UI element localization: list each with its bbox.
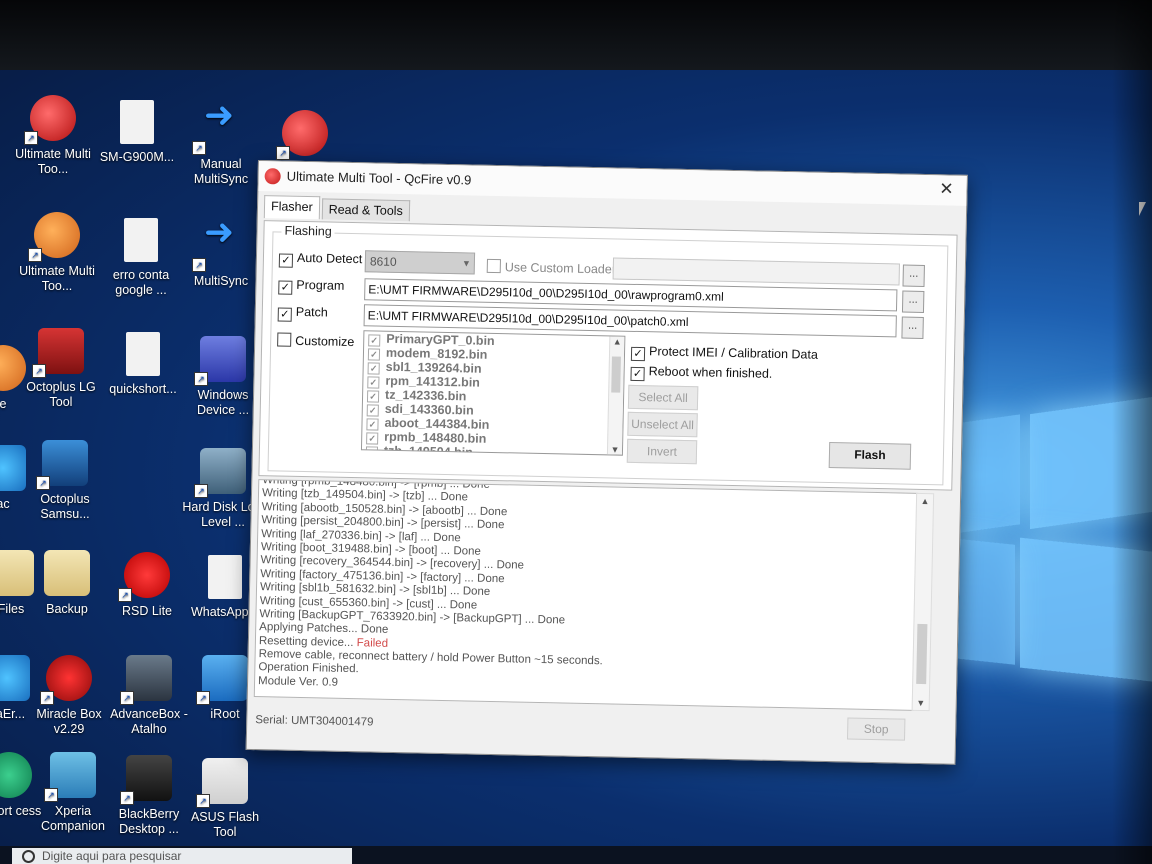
qcfire-app-icon (264, 168, 281, 185)
chevron-down-icon[interactable]: ▼ (608, 444, 622, 454)
serial-status: Serial: UMT304001479 (255, 714, 374, 729)
customize-checkbox[interactable]: Customize (277, 332, 354, 349)
invert-button[interactable]: Invert (626, 438, 698, 465)
partition-file-list[interactable]: ✓ PrimaryGPT_0.bin ✓ modem_8192.bin ✓ sbl1_… (360, 330, 626, 456)
octoplus-icon: ↗ (36, 440, 88, 490)
auto-detect-checkbox[interactable]: ✓ Auto Detect (278, 250, 362, 269)
desktop-icon-partial-left[interactable]: e (0, 345, 46, 412)
program-checkbox[interactable]: ✓ Program (278, 277, 344, 295)
anchor-icon: ↗ (196, 655, 248, 705)
use-custom-loader-checkbox[interactable]: Use Custom Loader (486, 258, 616, 277)
flasher-panel: Flashing ✓ Auto Detect 8610 ▼ Use Custom … (258, 220, 958, 491)
desktop-icon-quickshort[interactable]: quickshort... (100, 332, 186, 397)
ultimate-multi-tool-icon: ↗ (24, 95, 76, 145)
chevron-down-icon[interactable]: ▼ (913, 698, 929, 708)
select-all-button[interactable]: Select All (627, 384, 699, 411)
desktop-icon-manual-multisync[interactable]: ↗ Manual MultiSync (178, 105, 264, 187)
desktop-icon-partial-left-2[interactable]: ac (0, 445, 46, 512)
desktop-icon-miracle-box[interactable]: ↗ Miracle Box v2.29 (26, 655, 112, 737)
support-icon (0, 752, 32, 798)
advancebox-icon: ↗ (120, 655, 172, 705)
browse-program-button[interactable]: ... (901, 290, 925, 313)
chevron-up-icon[interactable]: ▲ (917, 496, 933, 506)
desktop-icon-backup[interactable]: Backup (24, 550, 110, 617)
app-icon (0, 345, 26, 391)
unselect-all-button[interactable]: Unselect All (627, 411, 698, 438)
chip-select[interactable]: 8610 ▼ (364, 250, 476, 275)
checkbox-unchecked-icon (486, 258, 501, 274)
document-icon (124, 218, 158, 262)
folder-icon (44, 550, 90, 596)
document-icon (208, 555, 242, 599)
scrollbar-thumb[interactable] (611, 356, 621, 393)
document-icon (120, 100, 154, 144)
sync-arrow-icon: ↗ (192, 222, 244, 272)
close-icon[interactable]: ✕ (934, 178, 958, 200)
checkbox-checked-icon: ✓ (630, 366, 645, 382)
tab-read-tools[interactable]: Read & Tools (321, 198, 411, 222)
miracle-box-icon: ↗ (40, 655, 92, 705)
flashing-group: Flashing ✓ Auto Detect 8610 ▼ Use Custom … (267, 223, 949, 486)
taskbar-search-box[interactable]: Digite aqui para pesquisar (12, 848, 352, 864)
stop-button[interactable]: Stop (846, 717, 906, 741)
checkbox-checked-icon: ✓ (365, 446, 379, 456)
asus-flash-tool-icon: ↗ (196, 758, 248, 808)
app-icon (0, 445, 26, 491)
ultimate-multi-tool-window: Ultimate Multi Tool - QcFire v0.9 ✕ Flas… (245, 160, 968, 765)
flash-button[interactable]: Flash (828, 442, 912, 470)
custom-loader-path-field[interactable] (612, 257, 900, 286)
desktop-icon-advancebox[interactable]: ↗ AdvanceBox - Atalho (106, 655, 192, 737)
log-scrollbar[interactable]: ▲ ▼ (911, 492, 935, 712)
desktop-icon-ultimate-multi-tool-2[interactable]: ↗ Ultimate Multi Too... (14, 212, 100, 294)
chevron-up-icon[interactable]: ▲ (610, 336, 624, 346)
scrollbar-thumb[interactable] (916, 623, 928, 685)
windows-device-icon: ↗ (194, 336, 246, 386)
lg-tool-icon: ↗ (276, 110, 328, 160)
file-list-scrollbar[interactable]: ▲ ▼ (606, 336, 625, 455)
xperia-companion-icon: ↗ (44, 752, 96, 802)
monitor-edge-shadow (1112, 0, 1152, 864)
blackberry-icon: ↗ (120, 755, 172, 805)
checkbox-unchecked-icon (277, 332, 292, 347)
tab-flasher[interactable]: Flasher (263, 195, 320, 220)
desktop-icon-asus-flash-tool[interactable]: ↗ ASUS Flash Tool (182, 758, 268, 840)
sync-arrow-icon: ↗ (192, 105, 244, 155)
desktop-icon-lg-tool[interactable]: ↗ (262, 110, 348, 162)
checkbox-checked-icon: ✓ (278, 280, 293, 295)
desktop-icon-rsd-lite[interactable]: ↗ RSD Lite (104, 552, 190, 619)
browse-loader-button[interactable]: ... (902, 264, 925, 287)
desktop-icon-erro-conta-google[interactable]: erro conta google ... (98, 218, 184, 298)
monitor-bezel (0, 0, 1152, 70)
patch-checkbox[interactable]: ✓ Patch (277, 304, 328, 322)
search-icon (22, 850, 35, 863)
motorola-icon: ↗ (118, 552, 170, 602)
browse-patch-button[interactable]: ... (901, 316, 924, 339)
protect-imei-checkbox[interactable]: ✓ Protect IMEI / Calibration Data (630, 344, 818, 365)
checkbox-checked-icon: ✓ (630, 346, 646, 362)
ultimate-multi-tool-icon: ↗ (28, 212, 80, 262)
hard-disk-icon: ↗ (194, 448, 246, 498)
reboot-when-finished-checkbox[interactable]: ✓ Reboot when finished. (630, 364, 772, 384)
flashing-group-label: Flashing (281, 223, 335, 239)
checkbox-checked-icon: ✓ (278, 253, 294, 268)
desktop-icon-blackberry-desktop[interactable]: ↗ BlackBerry Desktop ... (106, 755, 192, 837)
desktop-icon-sm-g900m[interactable]: SM-G900M... (94, 100, 180, 165)
failed-status: Failed (356, 636, 389, 650)
chevron-down-icon: ▼ (461, 258, 471, 269)
desktop-icon-xperia-companion[interactable]: ↗ Xperia Companion (30, 752, 116, 834)
desktop-icon-multisync[interactable]: ↗ MultiSync (178, 222, 264, 289)
checkbox-checked-icon: ✓ (277, 307, 292, 322)
log-output: Writing [rpmb_148480.bin] -> [rpmb] ... … (253, 479, 919, 711)
desktop-icon-ultimate-multi-tool[interactable]: ↗ Ultimate Multi Too... (10, 95, 96, 177)
window-title: Ultimate Multi Tool - QcFire v0.9 (286, 168, 472, 188)
document-icon (126, 332, 160, 376)
